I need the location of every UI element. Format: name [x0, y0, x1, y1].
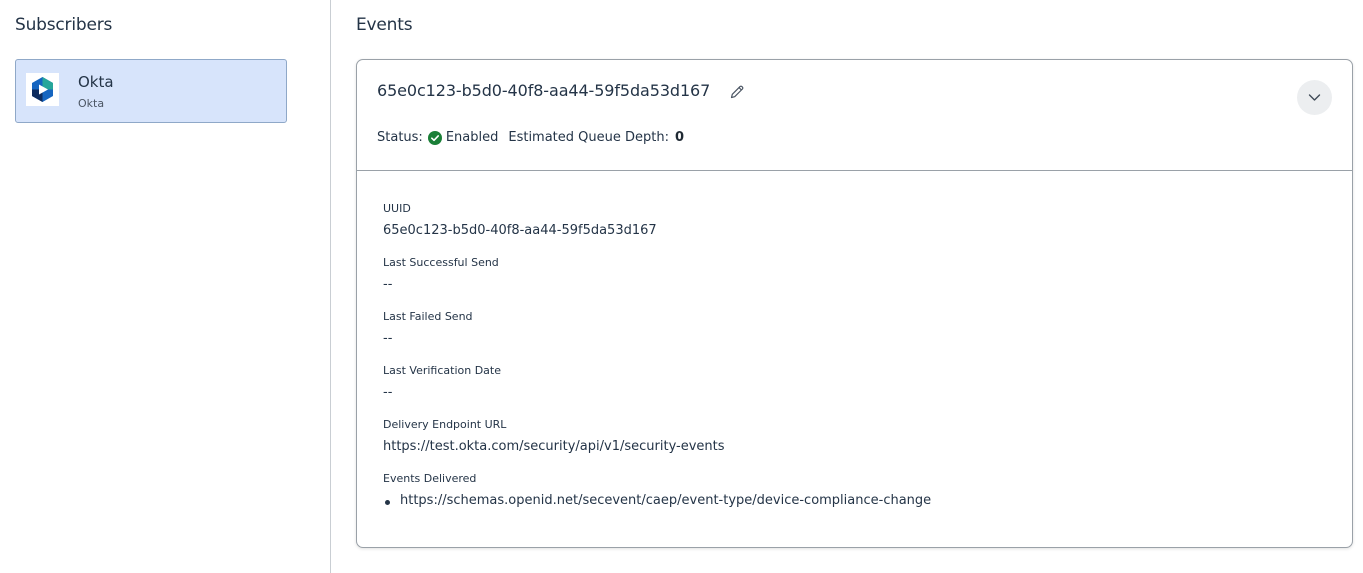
subscriber-name: Okta [78, 73, 114, 91]
subscribers-title: Subscribers [15, 15, 113, 35]
last-successful-send-value: -- [383, 277, 393, 292]
uuid-value: 65e0c123-b5d0-40f8-aa44-59f5da53d167 [383, 223, 657, 238]
subscribers-pane: Subscribers Okta Okta [0, 0, 331, 573]
events-delivered-label: Events Delivered [383, 472, 477, 485]
event-id: 65e0c123-b5d0-40f8-aa44-59f5da53d167 [377, 81, 711, 100]
chevron-down-icon [1308, 94, 1321, 101]
bullet-dot [385, 500, 390, 505]
events-title: Events [356, 15, 413, 35]
subscriber-item-okta[interactable]: Okta Okta [15, 59, 287, 123]
status-value: Enabled [445, 130, 499, 145]
queue-depth-value: 0 [674, 130, 685, 145]
delivery-endpoint-value: https://test.okta.com/security/api/v1/se… [383, 439, 725, 454]
okta-logo-icon [26, 73, 59, 106]
list-item: https://schemas.openid.net/secevent/caep… [383, 493, 931, 508]
status-label: Status: [377, 130, 423, 145]
collapse-button[interactable] [1297, 80, 1332, 115]
subscriber-subtitle: Okta [78, 97, 105, 110]
status-row: Status: Enabled Estimated Queue Depth: 0 [377, 130, 684, 145]
check-circle-icon [427, 130, 442, 145]
event-card-header[interactable]: 65e0c123-b5d0-40f8-aa44-59f5da53d167 Sta… [357, 60, 1352, 171]
last-successful-send-label: Last Successful Send [383, 256, 499, 269]
last-failed-send-value: -- [383, 331, 393, 346]
edit-pencil-icon[interactable] [729, 84, 745, 100]
delivery-endpoint-label: Delivery Endpoint URL [383, 418, 507, 431]
uuid-label: UUID [383, 202, 411, 215]
last-verification-date-label: Last Verification Date [383, 364, 502, 377]
event-type-url: https://schemas.openid.net/secevent/caep… [400, 493, 932, 508]
event-card: 65e0c123-b5d0-40f8-aa44-59f5da53d167 Sta… [356, 59, 1353, 548]
last-verification-date-value: -- [383, 385, 393, 400]
queue-depth-label: Estimated Queue Depth: [508, 130, 669, 145]
last-failed-send-label: Last Failed Send [383, 310, 473, 323]
events-delivered-list: https://schemas.openid.net/secevent/caep… [383, 493, 931, 508]
page: Subscribers Okta Okta Events 65e0c123-b5… [0, 0, 1363, 573]
